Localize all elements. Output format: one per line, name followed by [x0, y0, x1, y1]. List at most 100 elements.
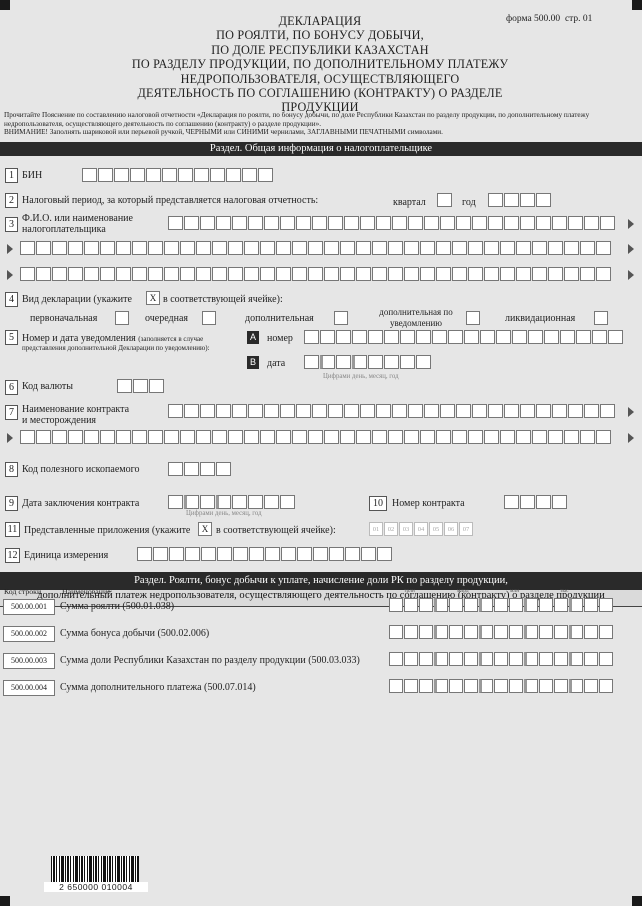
type-liquidation-checkbox[interactable] [594, 311, 608, 325]
unit-mln: млн [510, 588, 520, 594]
contract-date-label: Дата заключения контракта [22, 498, 140, 509]
attachment-checkbox[interactable]: 07 [459, 522, 473, 536]
row-name: Сумма роялти (500.01.038) [60, 601, 175, 612]
attachment-checkbox[interactable]: 03 [399, 522, 413, 536]
example-mark: X [198, 522, 212, 536]
contract-number-input[interactable] [504, 495, 567, 509]
arrow-right-icon [7, 433, 13, 443]
notice-number-input[interactable] [304, 330, 623, 344]
type-regular-checkbox[interactable] [202, 311, 216, 325]
year-label: год [462, 197, 476, 208]
taxpayer-name-row3[interactable] [20, 267, 611, 281]
barcode-image [51, 856, 139, 882]
arrow-right-icon [628, 270, 634, 280]
currency-label: Код валюты [22, 381, 74, 392]
taxpayer-name-label: Ф.И.О. или наименование налогоплательщика [22, 213, 133, 235]
notice-date-label: дата [267, 358, 286, 369]
notice-sublabel: представления дополнительной Декларации … [22, 344, 210, 352]
type-label-additional: дополнительная [245, 313, 314, 324]
row-name: Сумма доли Республики Казахстан по разде… [60, 655, 360, 666]
arrow-right-icon [7, 270, 13, 280]
type-label-additional-notice: дополнительная по уведомлению [379, 307, 453, 328]
attachment-checkbox[interactable]: 01 [369, 522, 383, 536]
mineral-code-input[interactable] [168, 462, 231, 476]
amount-input[interactable] [389, 625, 613, 639]
barcode-number: 2 650000 010004 [44, 882, 148, 892]
col-name-header: Наименование [62, 587, 111, 596]
contract-number-label: Номер контракта [392, 498, 465, 509]
tax-period-label: Налоговый период, за который представляе… [22, 195, 319, 206]
mineral-code-label: Код полезного ископаемого [22, 464, 140, 475]
attachments-label: Представленные приложения (укажите [24, 525, 191, 536]
type-additional-notice-checkbox[interactable] [466, 311, 480, 325]
contract-date-input[interactable] [168, 495, 295, 509]
corner-marker [0, 0, 10, 10]
type-initial-checkbox[interactable] [115, 311, 129, 325]
page-title: ДЕКЛАРАЦИЯ ПО РОЯЛТИ, ПО БОНУСУ ДОБЫЧИ, … [131, 14, 509, 115]
field-number: 2 [5, 193, 18, 208]
amount-input[interactable] [389, 679, 613, 693]
attachment-checkbox[interactable]: 02 [384, 522, 398, 536]
quarter-input[interactable] [437, 193, 452, 207]
date-hint: Цифрами день, месяц, год [186, 510, 262, 517]
unit-trln: трлн [404, 588, 415, 594]
arrow-right-icon [7, 244, 13, 254]
field-number: 9 [5, 496, 18, 511]
declaration-type-label: Вид декларации (укажите [22, 294, 132, 305]
taxpayer-name-row2[interactable] [20, 241, 611, 255]
amount-input[interactable] [389, 652, 613, 666]
col-code-header: Код строки [4, 587, 42, 596]
corner-marker [0, 896, 10, 906]
notice-number-label: номер [267, 333, 293, 344]
amount-input[interactable] [389, 598, 613, 612]
field-number: 4 [5, 292, 18, 307]
type-label-liquidation: ликвидационная [505, 313, 576, 324]
quarter-label: квартал [393, 197, 426, 208]
field-number: 12 [5, 548, 20, 563]
arrow-right-icon [628, 244, 634, 254]
attachments-checkboxes[interactable]: 01 02 03 04 05 06 07 [369, 522, 473, 536]
marker-b: B [247, 356, 259, 369]
field-number: 10 [369, 496, 387, 511]
currency-input[interactable] [117, 379, 164, 393]
instructions-note: Прочитайте Пояснение по составлению нало… [4, 111, 590, 137]
field-number: 3 [5, 217, 18, 232]
row-name: Сумма бонуса добычи (500.02.006) [60, 628, 210, 639]
unit-mlrd: млрд [457, 588, 469, 594]
contract-name-label: Наименование контракта и месторождения [22, 404, 130, 426]
type-additional-checkbox[interactable] [334, 311, 348, 325]
unit-input[interactable] [137, 547, 392, 561]
row-code: 500.00.001 [3, 599, 55, 615]
attachment-checkbox[interactable]: 06 [444, 522, 458, 536]
row-code: 500.00.002 [3, 626, 55, 642]
row-name: Сумма дополнительного платежа (500.07.01… [60, 682, 256, 693]
section-header: Раздел. Общая информация о налогоплатель… [0, 142, 642, 156]
field-number: 11 [5, 522, 20, 537]
row-code: 500.00.004 [3, 680, 55, 696]
contract-name-row2[interactable] [20, 430, 611, 444]
contract-name-row1[interactable] [168, 404, 615, 418]
arrow-right-icon [628, 219, 634, 229]
row-code: 500.00.003 [3, 653, 55, 669]
corner-marker [632, 896, 642, 906]
type-label-initial: первоначальная [30, 313, 98, 324]
corner-marker [632, 0, 642, 10]
field-number: 8 [5, 462, 18, 477]
field-number: 7 [5, 405, 18, 420]
unit-label: Единица измерения [24, 550, 109, 561]
notice-date-input[interactable] [304, 355, 431, 369]
field-number: 6 [5, 380, 18, 395]
field-number: 1 [5, 168, 18, 183]
attachment-checkbox[interactable]: 04 [414, 522, 428, 536]
unit-tys: тыс [560, 588, 569, 594]
year-input[interactable] [488, 193, 551, 207]
attachment-checkbox[interactable]: 05 [429, 522, 443, 536]
bin-input[interactable] [82, 168, 273, 182]
declaration-type-label-tail: в соответствующей ячейке): [163, 294, 283, 305]
marker-a: A [247, 331, 259, 344]
taxpayer-name-row1[interactable] [168, 216, 615, 230]
arrow-right-icon [628, 407, 634, 417]
field-number: 5 [5, 330, 18, 345]
example-mark: X [146, 291, 160, 305]
bin-label: БИН [22, 170, 43, 181]
